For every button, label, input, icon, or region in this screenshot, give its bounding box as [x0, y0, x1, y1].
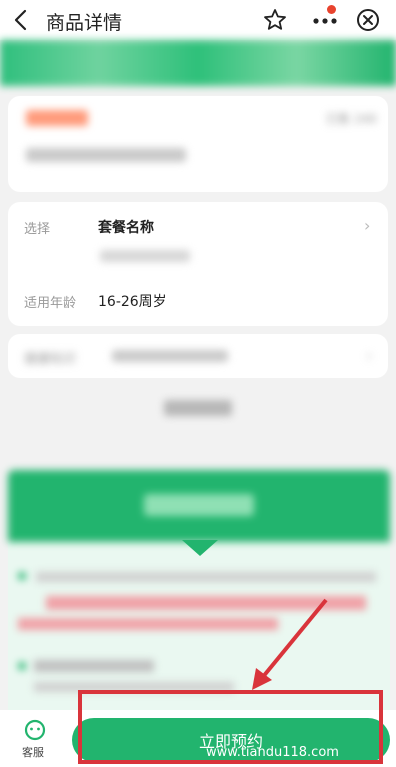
- package-detail: [100, 250, 190, 262]
- package-name[interactable]: 套餐名称: [98, 217, 154, 237]
- product-info-card: 已售 240: [8, 96, 388, 192]
- price-tag: [26, 110, 88, 126]
- promo-banner: [0, 40, 396, 86]
- more-icon[interactable]: [308, 8, 342, 32]
- section-heading: [164, 400, 232, 416]
- chevron-right-icon[interactable]: ›: [364, 216, 370, 235]
- age-label: 适用年龄: [24, 296, 77, 311]
- promo-line: [36, 572, 376, 582]
- health-knowledge-card[interactable]: 健康知识 ›: [8, 334, 388, 378]
- top-bar: 商品详情: [0, 0, 396, 40]
- options-card: 选择 套餐名称 › 适用年龄 16-26周岁: [8, 202, 388, 326]
- promo-line: [34, 660, 154, 672]
- page-title: 商品详情: [46, 12, 123, 34]
- close-icon[interactable]: [355, 7, 381, 33]
- product-name: [26, 148, 186, 162]
- sold-count: 已售 240: [326, 112, 377, 126]
- promo-line: [46, 596, 366, 610]
- back-chevron-icon[interactable]: [8, 6, 36, 34]
- promo-header: [8, 470, 390, 542]
- promo-notch: [182, 540, 218, 556]
- select-label: 选择: [24, 222, 51, 237]
- promo-line: [18, 618, 278, 630]
- health-detail: [112, 350, 228, 362]
- chevron-right-icon: ›: [366, 346, 373, 365]
- bullet-dot: [18, 662, 26, 670]
- promo-title: [144, 494, 254, 516]
- star-icon[interactable]: [262, 7, 288, 33]
- notification-dot: [327, 5, 336, 14]
- health-label: 健康知识: [24, 352, 77, 367]
- bullet-dot: [18, 572, 26, 580]
- highlight-box: [78, 690, 383, 764]
- customer-service-label[interactable]: 客服: [22, 744, 44, 760]
- age-value: 16-26周岁: [98, 294, 167, 310]
- customer-service-icon[interactable]: [22, 718, 48, 742]
